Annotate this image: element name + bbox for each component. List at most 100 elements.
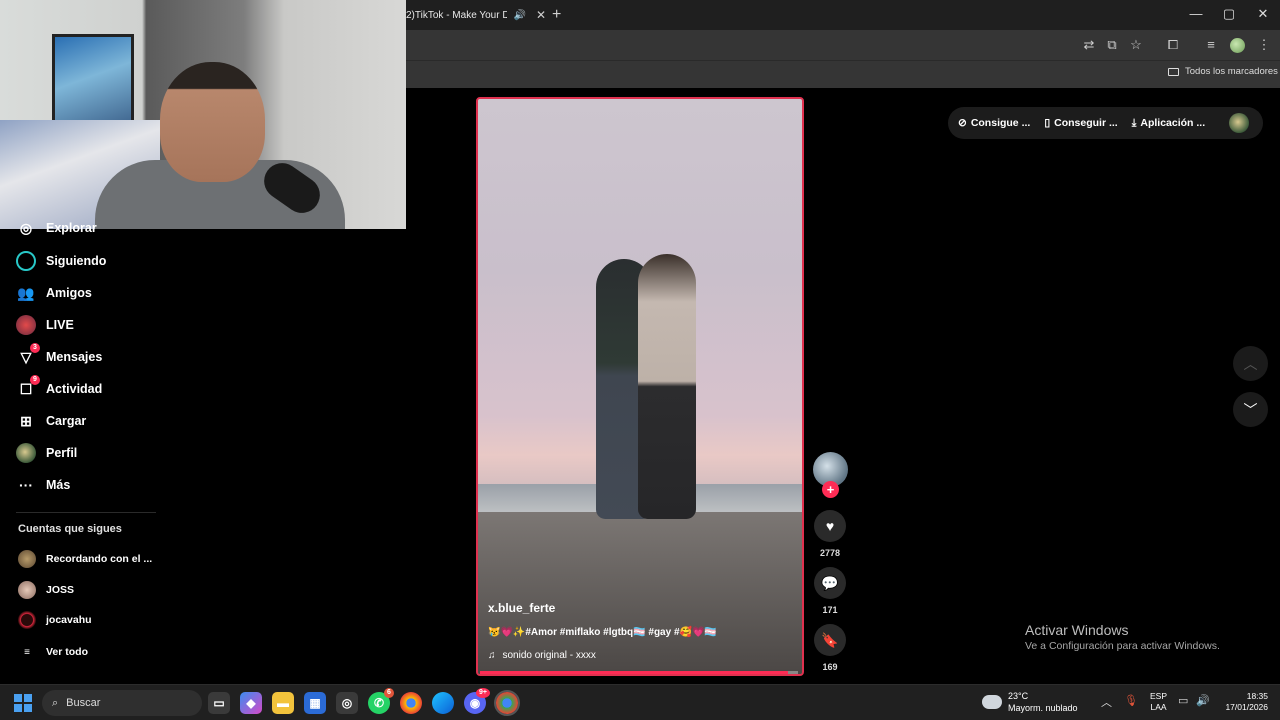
sidebar-item-upload[interactable]: ⊞ Cargar [16, 409, 86, 433]
address-bar[interactable] [406, 30, 1280, 60]
save-button[interactable]: 🔖 [814, 624, 846, 656]
see-all-link[interactable]: ≡ Ver todo [18, 642, 88, 662]
chevron-up-icon: ︿ [1243, 355, 1258, 372]
browser-menu-icon[interactable]: ⋮ [1255, 37, 1273, 53]
download-icon: ⤓ [1131, 116, 1137, 129]
video-progress-bar[interactable] [480, 671, 798, 674]
sidebar-item-more[interactable]: ··· Más [16, 473, 70, 497]
language-indicator[interactable]: ESP LAA [1150, 691, 1167, 713]
sidebar-item-explore[interactable]: ◎ Explorar [16, 219, 97, 237]
store-icon[interactable]: ▦ [304, 692, 326, 714]
comment-button[interactable]: 💬 [814, 567, 846, 599]
following-account[interactable]: Recordando con el ... [18, 549, 152, 569]
sidebar-item-profile[interactable]: Perfil [16, 441, 77, 465]
activate-windows-title: Activar Windows [1025, 622, 1129, 638]
following-account[interactable]: JOSS [18, 580, 74, 600]
live-icon [16, 315, 36, 335]
following-account-name: JOSS [46, 584, 75, 596]
sidebar-item-label: Mensajes [46, 350, 103, 364]
close-tab-icon[interactable]: ✕ [536, 8, 546, 22]
music-title: sonido original - xxxx [502, 650, 596, 661]
like-count: 2778 [819, 548, 841, 558]
video-progress-fill [480, 671, 789, 674]
discord-icon[interactable]: ◉ 9+ [464, 688, 490, 714]
bookmark-star-icon[interactable]: ☆ [1127, 37, 1145, 53]
chevron-up-icon[interactable]: ︿ [1101, 694, 1112, 710]
sidebar-item-messages[interactable]: ▽ 3 Mensajes [16, 343, 103, 369]
application-label: Aplicación ... [1140, 117, 1206, 129]
folder-icon [1168, 67, 1179, 76]
browser-profile-avatar[interactable] [1230, 38, 1245, 53]
sidebar-item-friends[interactable]: 👥 Amigos [16, 281, 92, 305]
taskbar-search[interactable]: ⌕ Buscar [42, 690, 202, 716]
weather-widget[interactable]: 23°C Mayorm. nublado [982, 690, 1078, 714]
following-account[interactable]: jocavahu [18, 610, 92, 630]
chrome-active-icon[interactable] [494, 690, 520, 716]
streamer-head [160, 62, 265, 182]
close-window-button[interactable]: ✕ [1248, 6, 1278, 22]
activity-icon: ☐ 9 [16, 375, 40, 399]
list-icon: ≡ [24, 646, 30, 658]
video-description: 😿💗✨#Amor #miflako #lgtbq🏳️‍⚧️ #gay #🥰💗🏳️… [488, 627, 717, 638]
search-icon: ⌕ [52, 696, 59, 709]
all-bookmarks-button[interactable]: Todos los marcadores [1168, 66, 1278, 77]
messages-badge: 3 [30, 343, 40, 353]
volume-icon[interactable]: 🔊 [1196, 694, 1210, 707]
weather-temp: 23°C [1008, 691, 1029, 701]
upload-icon: ⊞ [20, 412, 32, 429]
speaker-icon[interactable]: 🔊 [513, 10, 525, 21]
sidebar-item-label: Perfil [46, 446, 78, 460]
cast-icon[interactable]: ⧉ [1103, 37, 1121, 53]
sidebar-item-following[interactable]: Siguiendo [16, 249, 106, 273]
get-coins-button[interactable]: ⊘ Consigue ... [958, 117, 1030, 129]
next-video-button[interactable]: ﹀ [1233, 392, 1268, 427]
file-explorer-icon[interactable]: ▬ [272, 692, 294, 714]
tab-title: 2)TikTok - Make Your Day [406, 9, 508, 21]
user-avatar[interactable] [1229, 113, 1249, 133]
tab-tiktok[interactable]: 2)TikTok - Make Your Day 🔊 ✕ [406, 0, 546, 30]
following-account-name: jocavahu [46, 614, 92, 626]
network-icon[interactable]: ▭ [1178, 694, 1188, 707]
all-bookmarks-label: Todos los marcadores [1185, 66, 1278, 77]
maximize-button[interactable]: ▢ [1214, 6, 1244, 22]
see-all-label: Ver todo [46, 646, 89, 658]
activate-windows-subtitle: Ve a Configuración para activar Windows. [1025, 640, 1220, 652]
copilot-icon[interactable]: ◆ [240, 692, 262, 714]
edge-icon[interactable] [432, 692, 454, 714]
application-button[interactable]: ⤓ Aplicación ... [1132, 117, 1205, 130]
follow-plus-icon[interactable]: + [822, 481, 839, 498]
following-section-title: Cuentas que sigues [18, 523, 122, 535]
get-app-label: Conseguir ... [1054, 117, 1118, 129]
sidebar-item-label: Cargar [46, 414, 87, 428]
app-icon[interactable]: ◎ [336, 692, 358, 714]
video-music[interactable]: ♫ sonido original - xxxx [488, 650, 596, 661]
like-button[interactable]: ♥ [814, 510, 846, 542]
following-account-name: Recordando con el ... [46, 553, 153, 565]
video-player[interactable]: x.blue_ferte 😿💗✨#Amor #miflako #lgtbq🏳️‍… [476, 97, 804, 676]
sidebar-item-label: Actividad [46, 382, 103, 396]
new-tab-button[interactable]: + [552, 6, 561, 24]
chrome-icon[interactable] [400, 692, 422, 714]
clock[interactable]: 18:35 17/01/2026 [1216, 691, 1268, 713]
messages-icon: ▽ 3 [16, 343, 40, 367]
task-view-icon[interactable]: ▭ [208, 692, 230, 714]
previous-video-button[interactable]: ︿ [1233, 346, 1268, 381]
sidebar-item-live[interactable]: LIVE [16, 313, 74, 337]
whatsapp-icon[interactable]: ✆ 6 [368, 688, 394, 714]
lang-primary: ESP [1150, 691, 1168, 701]
sidebar-item-label: Más [46, 478, 71, 492]
clock-date: 17/01/2026 [1225, 702, 1268, 712]
microphone-icon[interactable]: 🎙 [1124, 694, 1138, 707]
extensions-icon[interactable]: ⧠ [1164, 37, 1182, 53]
minimize-button[interactable]: — [1181, 6, 1211, 21]
heart-icon: ♥ [825, 518, 835, 534]
top-actions-bar: ⊘ Consigue ... ▯ Conseguir ... ⤓ Aplicac… [948, 107, 1263, 139]
sidebar-item-activity[interactable]: ☐ 9 Actividad [16, 375, 103, 401]
windows-start-icon[interactable] [14, 694, 32, 712]
lang-secondary: LAA [1150, 702, 1167, 712]
get-app-button[interactable]: ▯ Conseguir ... [1044, 117, 1117, 129]
video-username[interactable]: x.blue_ferte [488, 601, 555, 615]
chevron-down-icon: ﹀ [1243, 401, 1258, 418]
media-controls-icon[interactable]: ≡ [1202, 37, 1220, 52]
translate-icon[interactable]: ⇄ [1080, 37, 1098, 53]
